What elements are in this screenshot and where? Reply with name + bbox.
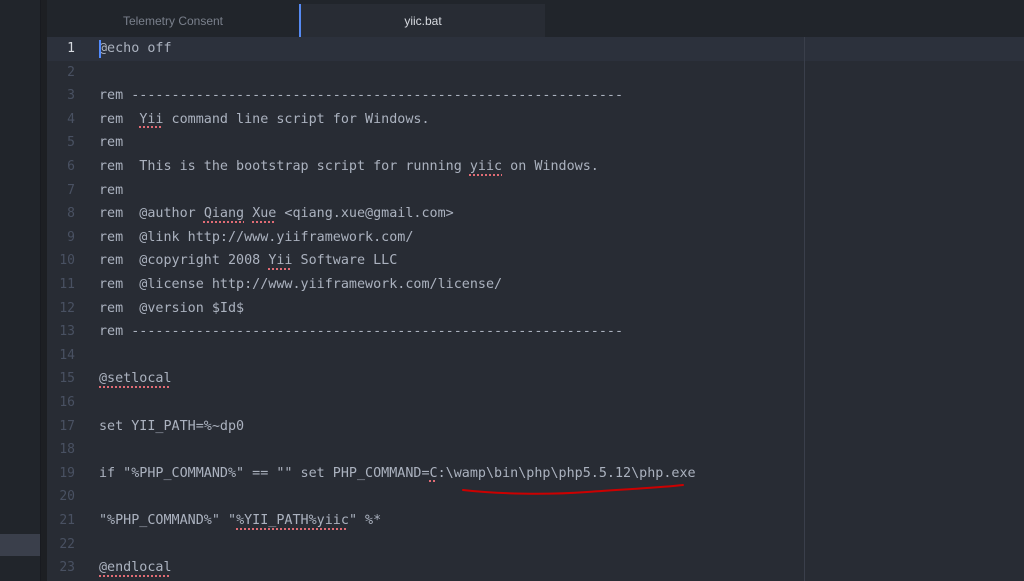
code-line[interactable]: rem xyxy=(99,179,123,203)
line-number: 16 xyxy=(59,395,75,410)
line-number: 23 xyxy=(59,560,75,576)
line-number: 20 xyxy=(59,489,75,505)
tab-bar: Telemetry Consent yiic.bat xyxy=(47,0,1024,38)
line-number-gutter[interactable]: 1 2 3 4 5 6 7 8 9 10 11 12 13 14 15 16 17 18 19 20 21 22 23 xyxy=(47,37,92,581)
code-line[interactable]: @setlocal xyxy=(99,367,172,391)
cursor-line-highlight xyxy=(47,37,1024,61)
code-line[interactable]: "%PHP_COMMAND%" "%YII_PATH%yiic" %* xyxy=(99,509,381,533)
code-line[interactable]: rem Yii command line script for Windows. xyxy=(99,108,430,132)
line-number: 10 xyxy=(59,253,75,269)
tree-view-panel[interactable] xyxy=(0,0,41,581)
code-line[interactable]: if "%PHP_COMMAND%" == "" set PHP_COMMAND… xyxy=(99,462,696,486)
code-line[interactable]: rem @version $Id$ xyxy=(99,297,244,321)
line-number: 7 xyxy=(67,182,75,198)
line-number: 8 xyxy=(67,206,75,222)
code-line[interactable]: rem @link http://www.yiiframework.com/ xyxy=(99,226,413,250)
line-number: 4 xyxy=(67,111,75,127)
text-caret xyxy=(99,40,101,58)
code-line[interactable]: rem @author Qiang Xue <qiang.xue@gmail.c… xyxy=(99,202,454,226)
line-number: 15 xyxy=(59,371,75,387)
tab-telemetry-consent[interactable]: Telemetry Consent xyxy=(47,4,299,37)
code-line[interactable]: rem ------------------------------------… xyxy=(99,320,623,344)
line-number: 12 xyxy=(59,300,75,316)
text-editor[interactable]: 1 2 3 4 5 6 7 8 9 10 11 12 13 14 15 16 17 18 19 20 21 22 23 @e… xyxy=(47,37,1024,581)
line-number: 19 xyxy=(59,465,75,481)
line-number: 11 xyxy=(59,277,75,292)
line-number: 17 xyxy=(59,418,75,434)
code-line[interactable]: rem @copyright 2008 Yii Software LLC xyxy=(99,249,397,273)
line-number: 13 xyxy=(59,324,75,340)
line-number: 1 xyxy=(67,41,75,56)
line-number: 22 xyxy=(59,536,75,552)
line-number: 18 xyxy=(59,442,75,458)
code-line[interactable]: @echo off xyxy=(99,37,172,61)
code-line[interactable]: rem xyxy=(99,131,123,155)
code-line[interactable]: set YII_PATH=%~dp0 xyxy=(99,415,244,439)
line-number: 3 xyxy=(67,88,75,104)
line-number: 14 xyxy=(59,347,75,363)
code-line[interactable]: @endlocal xyxy=(99,556,172,580)
line-number: 5 xyxy=(67,135,75,151)
line-number: 9 xyxy=(67,229,75,245)
code-line[interactable]: rem This is the bootstrap script for run… xyxy=(99,155,599,179)
code-line[interactable]: rem ------------------------------------… xyxy=(99,84,623,108)
tab-yiic-bat[interactable]: yiic.bat xyxy=(299,4,545,37)
line-number: 6 xyxy=(67,159,75,174)
line-number: 21 xyxy=(59,513,75,528)
wrap-guide xyxy=(804,37,805,581)
line-number: 2 xyxy=(67,64,75,80)
code-line[interactable]: rem @license http://www.yiiframework.com… xyxy=(99,273,502,297)
tree-view-selected-item[interactable] xyxy=(0,534,40,556)
